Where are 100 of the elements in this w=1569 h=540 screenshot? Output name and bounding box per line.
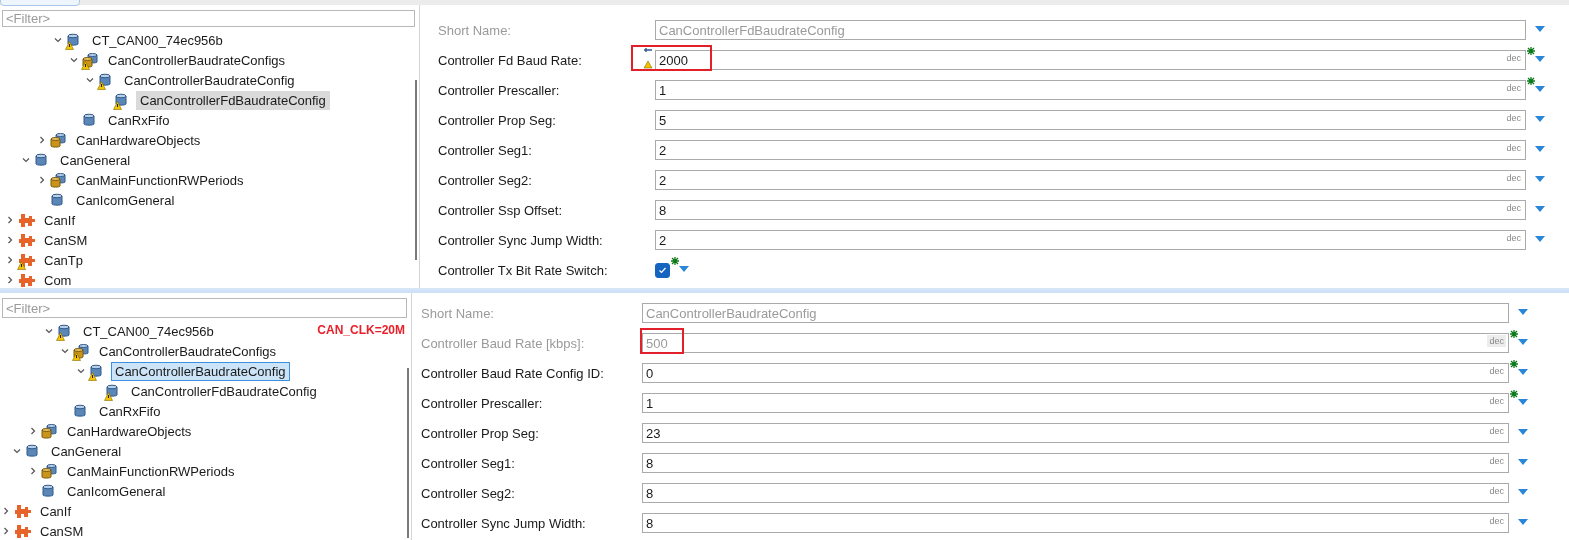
tree-item[interactable]: CanTp <box>40 250 88 270</box>
cylinder-icon <box>73 403 87 419</box>
field-label: Controller Prop Seg: <box>438 112 557 128</box>
stacked-cylinders-icon <box>41 423 58 439</box>
tree-item[interactable]: CanIf <box>36 501 76 521</box>
tree-item[interactable]: CT_CAN00_74ec956b <box>88 30 227 50</box>
dropdown-button[interactable] <box>1518 489 1528 497</box>
unit-label: dec <box>1488 485 1505 497</box>
tree-item[interactable]: CanIcomGeneral <box>72 190 179 210</box>
unit-label: dec <box>1487 335 1506 347</box>
number-field[interactable]: 23 dec <box>642 423 1509 443</box>
number-field[interactable]: 8 dec <box>655 200 1526 220</box>
number-field[interactable]: 2 dec <box>655 230 1526 250</box>
tree-item[interactable]: CanIcomGeneral <box>63 481 170 501</box>
stacked-cylinders-icon <box>50 132 67 148</box>
dropdown-button[interactable] <box>1535 86 1545 94</box>
module-icon <box>18 272 36 288</box>
checkbox[interactable] <box>655 262 670 278</box>
tree-item[interactable]: CanControllerFdBaudrateConfig <box>136 90 330 110</box>
number-field[interactable]: 2 dec <box>655 140 1526 160</box>
dropdown-button[interactable] <box>679 266 689 274</box>
tree-item[interactable]: CT_CAN00_74ec956b <box>79 321 218 341</box>
tree-item[interactable]: Com <box>40 270 76 288</box>
tree-item[interactable]: CanHardwareObjects <box>63 421 196 441</box>
unit-label: dec <box>1505 172 1522 184</box>
tree-item[interactable]: CanGeneral <box>47 441 126 461</box>
tree-item[interactable]: CanControllerBaudrateConfig <box>120 70 299 90</box>
unit-label: dec <box>1488 395 1505 407</box>
unit-label: dec <box>1505 142 1522 154</box>
number-field[interactable]: 1 dec <box>655 80 1526 100</box>
dropdown-button[interactable] <box>1535 56 1545 64</box>
tree-item[interactable]: CanHardwareObjects <box>72 130 205 150</box>
module-icon <box>18 232 36 248</box>
dropdown-button[interactable] <box>1535 176 1545 184</box>
unit-label: dec <box>1505 202 1522 214</box>
dropdown-button[interactable] <box>1518 459 1528 467</box>
stacked-cylinders-icon <box>41 463 58 479</box>
module-icon <box>14 523 32 539</box>
field-label: Controller Sync Jump Width: <box>421 515 587 531</box>
field-label: Controller Seg2: <box>421 485 516 501</box>
unit-label: dec <box>1505 232 1522 244</box>
dropdown-button[interactable] <box>1518 399 1528 407</box>
field-label: Short Name: <box>421 305 495 321</box>
filter-field[interactable]: <Filter> <box>2 10 415 27</box>
number-field[interactable]: 5 dec <box>655 110 1526 130</box>
tree-item[interactable]: CanMainFunctionRWPeriods <box>63 461 239 481</box>
dropdown-button[interactable] <box>1535 236 1545 244</box>
unit-label: dec <box>1488 365 1505 377</box>
tree-item[interactable]: CanControllerBaudrateConfigs <box>95 341 281 361</box>
tree-item[interactable]: CanIf <box>40 210 80 230</box>
scrollbar[interactable] <box>415 80 417 260</box>
number-field[interactable]: 2000 dec <box>655 50 1526 70</box>
tree-item[interactable]: CanControllerBaudrateConfigs <box>104 50 290 70</box>
module-icon <box>14 503 32 519</box>
field-label: Controller Baud Rate Config ID: <box>421 365 605 381</box>
field-label: Controller Ssp Offset: <box>438 202 564 218</box>
scrollbar[interactable] <box>407 368 409 538</box>
unit-label: dec <box>1505 52 1522 64</box>
check-icon <box>658 265 667 275</box>
tree-item[interactable]: CanSM <box>40 230 92 250</box>
unit-label: dec <box>1488 515 1505 527</box>
tree-item[interactable]: CanRxFifo <box>95 401 165 421</box>
field-label: Controller Seg1: <box>438 142 533 158</box>
number-field[interactable]: 2 dec <box>655 170 1526 190</box>
cylinder-icon <box>34 152 48 168</box>
unit-label: dec <box>1488 455 1505 467</box>
tree-item[interactable]: CanGeneral <box>56 150 135 170</box>
field-label: Controller Fd Baud Rate: <box>438 52 583 68</box>
cylinder-icon <box>50 192 64 208</box>
number-field[interactable]: 0 dec <box>642 363 1509 383</box>
number-field[interactable]: 1 dec <box>642 393 1509 413</box>
tree-item[interactable]: CanMainFunctionRWPeriods <box>72 170 248 190</box>
unit-label: dec <box>1505 112 1522 124</box>
dropdown-button[interactable] <box>1518 429 1528 437</box>
tree-item[interactable]: CanSM <box>36 521 88 540</box>
tree-item[interactable]: CanControllerFdBaudrateConfig <box>127 381 321 401</box>
module-icon <box>18 212 36 228</box>
dropdown-button[interactable] <box>1535 116 1545 124</box>
filter-field[interactable]: <Filter> <box>2 298 407 318</box>
cylinder-icon <box>82 112 96 128</box>
dropdown-button[interactable] <box>1518 519 1528 527</box>
tree-item[interactable]: CanControllerBaudrateConfig <box>111 361 290 381</box>
field-label: Controller Prescaller: <box>421 395 544 411</box>
field-label: Controller Prop Seg: <box>421 425 540 441</box>
stacked-cylinders-icon <box>50 172 67 188</box>
unit-label: dec <box>1505 82 1522 94</box>
number-field[interactable]: 8 dec <box>642 453 1509 473</box>
annotation-text: CAN_CLK=20M <box>317 323 405 337</box>
field-label: Controller Prescaller: <box>438 82 561 98</box>
number-field[interactable]: 8 dec <box>642 513 1509 533</box>
field-label: Controller Tx Bit Rate Switch: <box>438 262 609 278</box>
field-label: Short Name: <box>438 22 512 38</box>
field-label: Controller Sync Jump Width: <box>438 232 604 248</box>
cylinder-icon <box>41 483 55 499</box>
dropdown-button[interactable] <box>1535 206 1545 214</box>
number-field[interactable]: 8 dec <box>642 483 1509 503</box>
dropdown-button[interactable] <box>1518 369 1528 377</box>
unit-label: dec <box>1488 425 1505 437</box>
dropdown-button[interactable] <box>1535 146 1545 154</box>
tree-item[interactable]: CanRxFifo <box>104 110 174 130</box>
